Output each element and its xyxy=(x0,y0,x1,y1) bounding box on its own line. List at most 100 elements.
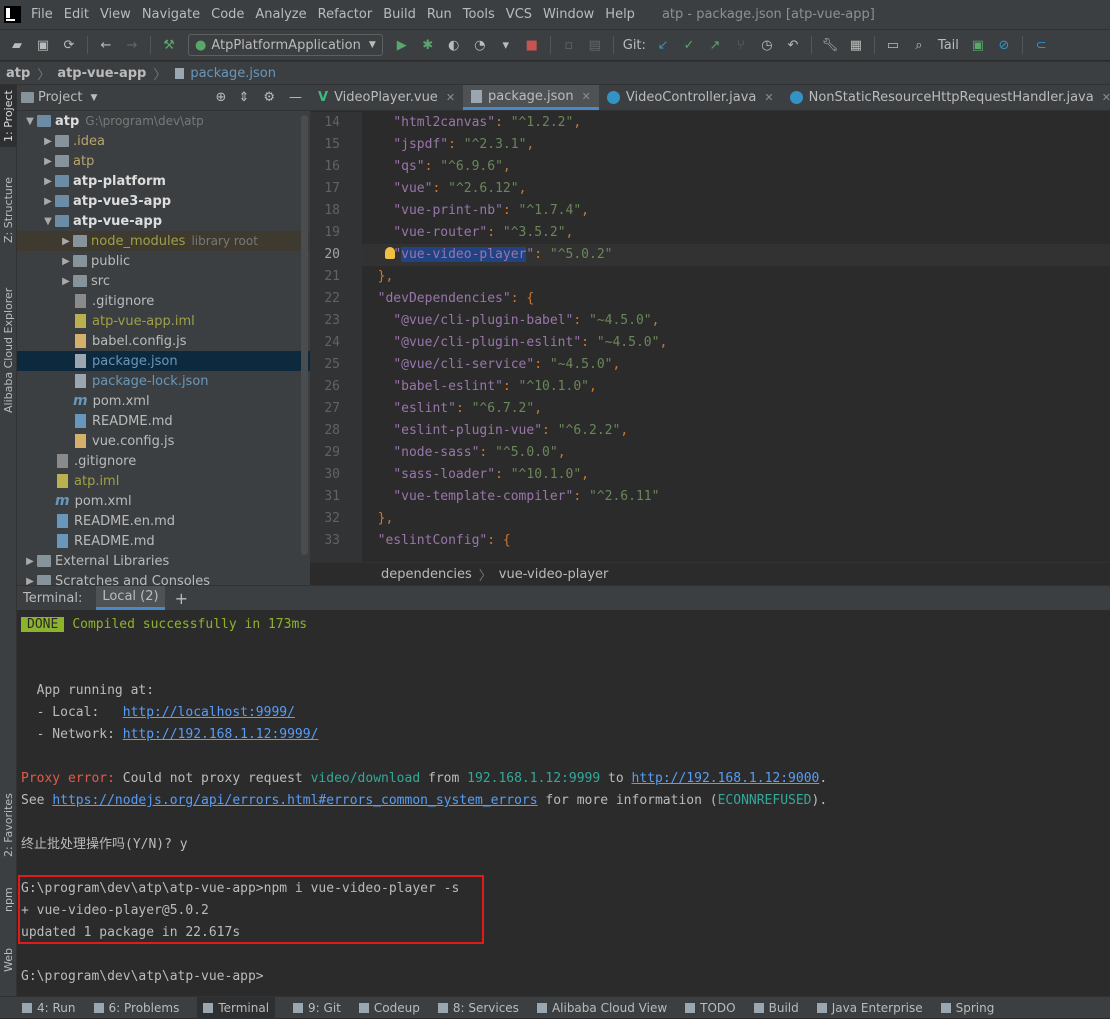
project-panel-title[interactable]: Project xyxy=(38,90,82,105)
breadcrumb-atp[interactable]: atp xyxy=(6,66,30,81)
code-line[interactable]: }, xyxy=(362,508,1110,530)
build-hammer-icon[interactable]: ⚒ xyxy=(161,37,177,53)
structure-icon[interactable]: ▤ xyxy=(587,37,603,53)
more-run-icon[interactable]: ▾ xyxy=(498,37,514,53)
close-icon[interactable]: ✕ xyxy=(582,90,591,103)
code-line[interactable]: "sass-loader": "^10.1.0", xyxy=(362,464,1110,486)
chevron-right-icon[interactable]: ▶ xyxy=(59,256,73,267)
menu-view[interactable]: View xyxy=(100,7,131,22)
breadcrumb-atp-vue-app[interactable]: atp-vue-app xyxy=(57,66,146,81)
tree-item[interactable]: ▶ Scratches and Consoles xyxy=(17,571,310,585)
code-line[interactable]: "vue-print-nb": "^1.7.4", xyxy=(362,200,1110,222)
tree-item[interactable]: atp.iml xyxy=(17,471,310,491)
hide-icon[interactable]: — xyxy=(289,90,302,105)
chevron-right-icon[interactable]: ▶ xyxy=(41,176,55,187)
close-icon[interactable]: ✕ xyxy=(446,91,455,104)
side-tab-npm[interactable]: npm xyxy=(0,880,17,920)
tree-item[interactable]: README.en.md xyxy=(17,511,310,531)
code-line[interactable]: "@vue/cli-service": "~4.5.0", xyxy=(362,354,1110,376)
tree-item[interactable]: ▶ node_modules library root xyxy=(17,231,310,251)
tree-item[interactable]: ▶ atp xyxy=(17,151,310,171)
tree-item[interactable]: README.md xyxy=(17,411,310,431)
code-line[interactable]: "@vue/cli-plugin-eslint": "~4.5.0", xyxy=(362,332,1110,354)
collapse-all-icon[interactable]: ⇕ xyxy=(238,90,249,105)
terminal-window-icon[interactable]: ▭ xyxy=(885,37,901,53)
save-icon[interactable]: ▣ xyxy=(35,37,51,53)
code-line[interactable]: "jspdf": "^2.3.1", xyxy=(362,134,1110,156)
tree-item[interactable]: package-lock.json xyxy=(17,371,310,391)
tree-item[interactable]: ▶ atp-platform xyxy=(17,171,310,191)
run-configuration-select[interactable]: ● AtpPlatformApplication ▼ xyxy=(188,34,383,56)
chevron-right-icon[interactable]: ▶ xyxy=(41,156,55,167)
tree-item[interactable]: .gitignore xyxy=(17,291,310,311)
chevron-right-icon[interactable]: ▶ xyxy=(41,136,55,147)
code-line[interactable]: "vue-router": "^3.5.2", xyxy=(362,222,1110,244)
tool-window-spring[interactable]: Spring xyxy=(940,1001,994,1015)
tree-item[interactable]: atp-vue-app.iml xyxy=(17,311,310,331)
editor-breadcrumb-dependencies[interactable]: dependencies xyxy=(381,567,472,582)
tree-item[interactable]: ▶ atp-vue3-app xyxy=(17,191,310,211)
code-line[interactable]: "vue-video-player": "^5.0.2" xyxy=(362,244,1110,266)
code-line[interactable]: "node-sass": "^5.0.0", xyxy=(362,442,1110,464)
sync-icon[interactable]: ⟳ xyxy=(61,37,77,53)
chevron-right-icon[interactable]: ▶ xyxy=(23,576,37,586)
profile-icon[interactable]: ◔ xyxy=(472,37,488,53)
attach-icon[interactable]: ▫ xyxy=(561,37,577,53)
close-icon[interactable]: ✕ xyxy=(764,91,773,104)
rollback-icon[interactable]: ↶ xyxy=(785,37,801,53)
code-line[interactable]: "vue-template-compiler": "^2.6.11" xyxy=(362,486,1110,508)
local-url-link[interactable]: http://localhost:9999/ xyxy=(123,705,295,720)
tool-window-java[interactable]: Java Enterprise xyxy=(816,1001,923,1015)
tool-window-services[interactable]: 8: Services xyxy=(437,1001,519,1015)
git-push-icon[interactable]: ↗ xyxy=(707,37,723,53)
side-tab-project[interactable]: 1: Project xyxy=(0,85,17,147)
tree-item[interactable]: m pom.xml xyxy=(17,491,310,511)
tool-window-codeup[interactable]: Codeup xyxy=(358,1001,420,1015)
breadcrumb-package-json[interactable]: package.json xyxy=(190,66,276,81)
menu-help[interactable]: Help xyxy=(605,7,635,22)
code-area[interactable]: "html2canvas": "^1.2.2", "jspdf": "^2.3.… xyxy=(362,112,1110,562)
stop-icon[interactable]: ■ xyxy=(524,37,540,53)
history-icon[interactable]: ◷ xyxy=(759,37,775,53)
git-branch-icon[interactable]: ⑂ xyxy=(733,37,749,53)
tool-window-cloud[interactable]: Alibaba Cloud View xyxy=(536,1001,667,1015)
settings-wrench-icon[interactable]: 🔧︎ xyxy=(822,37,839,53)
code-line[interactable]: "qs": "^6.9.6", xyxy=(362,156,1110,178)
project-structure-icon[interactable]: ▦ xyxy=(848,37,864,53)
no-entry-icon[interactable]: ⊘ xyxy=(996,37,1012,53)
menu-vcs[interactable]: VCS xyxy=(506,7,532,22)
code-line[interactable]: "devDependencies": { xyxy=(362,288,1110,310)
monitor-icon[interactable]: ▣ xyxy=(970,37,986,53)
chevron-right-icon[interactable]: ▶ xyxy=(41,196,55,207)
editor-tab[interactable]: V VideoPlayer.vue ✕ xyxy=(310,85,463,110)
menu-file[interactable]: File xyxy=(31,7,53,22)
chevron-right-icon[interactable]: ▶ xyxy=(23,556,37,567)
code-line[interactable]: "eslint": "^6.7.2", xyxy=(362,398,1110,420)
code-line[interactable]: "eslint-plugin-vue": "^6.2.2", xyxy=(362,420,1110,442)
code-line[interactable]: }, xyxy=(362,266,1110,288)
side-tab-alibaba-cloud-explorer[interactable]: Alibaba Cloud Explorer xyxy=(0,275,17,425)
tool-window-problems[interactable]: 6: Problems xyxy=(93,1001,179,1015)
code-line[interactable]: "vue": "^2.6.12", xyxy=(362,178,1110,200)
debug-icon[interactable]: ✱ xyxy=(420,37,436,53)
tool-window-run[interactable]: 4: Run xyxy=(22,1001,76,1015)
intention-bulb-icon[interactable] xyxy=(385,247,395,259)
menu-analyze[interactable]: Analyze xyxy=(255,7,306,22)
tree-item[interactable]: ▼ atp G:\program\dev\atp xyxy=(17,111,310,131)
editor-tab[interactable]: package.json ✕ xyxy=(463,85,599,110)
gear-icon[interactable]: ⚙ xyxy=(263,90,275,105)
codeup-icon[interactable]: ⊂ xyxy=(1033,37,1049,53)
menu-edit[interactable]: Edit xyxy=(64,7,89,22)
chevron-down-icon[interactable]: ▼ xyxy=(90,93,97,103)
tree-item[interactable]: ▼ atp-vue-app xyxy=(17,211,310,231)
new-terminal-button[interactable]: + xyxy=(175,589,188,608)
menu-window[interactable]: Window xyxy=(543,7,594,22)
code-line[interactable]: "eslintConfig": { xyxy=(362,530,1110,552)
coverage-icon[interactable]: ◐ xyxy=(446,37,462,53)
menu-tools[interactable]: Tools xyxy=(463,7,495,22)
side-tab-web[interactable]: Web xyxy=(0,940,17,980)
editor-tab[interactable]: VideoController.java ✕ xyxy=(599,85,782,110)
search-icon[interactable]: ⌕ xyxy=(911,37,927,53)
chevron-right-icon[interactable]: ▶ xyxy=(59,236,73,247)
tree-item[interactable]: m pom.xml xyxy=(17,391,310,411)
